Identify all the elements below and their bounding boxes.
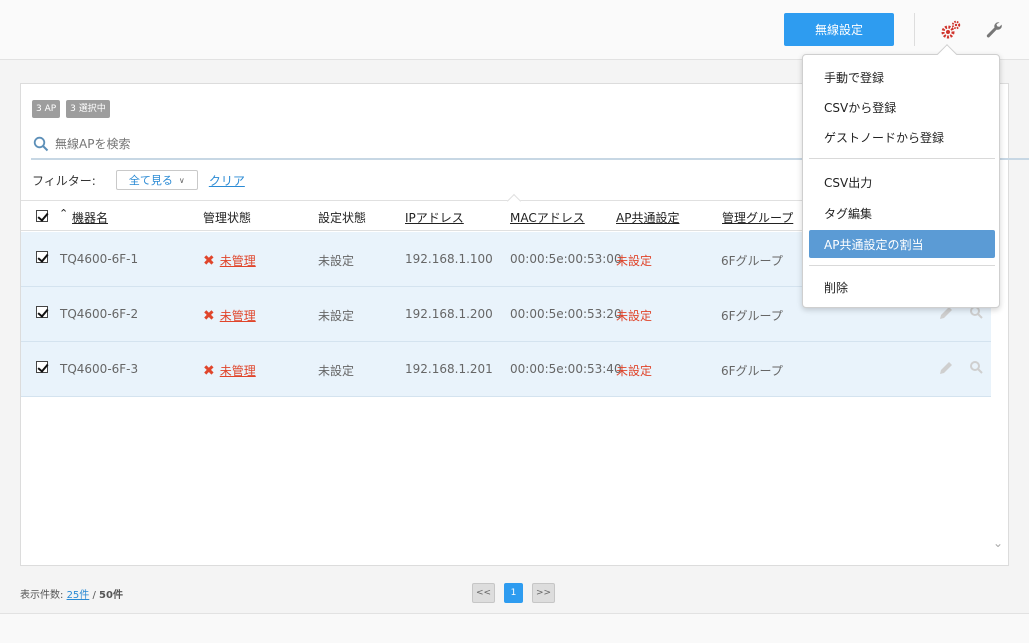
close-icon: ✖	[203, 307, 215, 324]
filter-select[interactable]: 全て見る ∨	[115, 170, 198, 190]
ap-common-setting: 未設定	[616, 254, 653, 268]
search-input[interactable]	[55, 137, 455, 151]
menu-item-assign-ap-common[interactable]: AP共通設定の割当	[809, 230, 995, 258]
menu-item-guest-node-register[interactable]: ゲストノードから登録	[809, 123, 995, 151]
ip-address: 192.168.1.200	[405, 307, 493, 321]
management-status-link[interactable]: 未管理	[220, 362, 256, 379]
page-size-label: 表示件数:	[20, 590, 64, 601]
device-name: TQ4600-6F-2	[60, 307, 139, 321]
management-status[interactable]: ✖ 未管理	[203, 362, 256, 379]
next-page-button[interactable]: >>	[532, 583, 555, 603]
device-name: TQ4600-6F-1	[60, 252, 139, 266]
mac-address: 00:00:5e:00:53:20	[510, 307, 622, 321]
column-header-setting: 設定状態	[318, 211, 367, 225]
setting-status: 未設定	[318, 364, 355, 378]
page-size-link[interactable]: 25件	[67, 590, 90, 601]
management-status[interactable]: ✖ 未管理	[203, 252, 256, 269]
column-header-management: 管理状態	[203, 211, 252, 225]
ip-address: 192.168.1.201	[405, 362, 493, 376]
filter-label: フィルター:	[32, 173, 96, 188]
management-status-link[interactable]: 未管理	[220, 307, 256, 324]
management-group: 6Fグループ	[721, 364, 783, 378]
pagination: << 1 >>	[472, 583, 555, 603]
close-icon: ✖	[203, 362, 215, 379]
close-icon: ✖	[203, 252, 215, 269]
table-row[interactable]: TQ4600-6F-3 ✖ 未管理 未設定 192.168.1.201 00:00…	[21, 342, 991, 397]
scroll-down-icon[interactable]: ⌄	[993, 536, 1007, 550]
setting-status: 未設定	[318, 309, 355, 323]
page-1-button[interactable]: 1	[504, 583, 523, 603]
column-header-name[interactable]: 機器名	[72, 209, 108, 226]
ap-common-setting: 未設定	[616, 364, 653, 378]
menu-item-csv-register[interactable]: CSVから登録	[809, 93, 995, 121]
ip-address: 192.168.1.100	[405, 252, 493, 266]
page-size: 表示件数: 25件 / 50件	[20, 586, 123, 601]
menu-item-csv-export[interactable]: CSV出力	[809, 168, 995, 196]
wrench-icon[interactable]	[984, 20, 1004, 40]
gears-icon[interactable]	[940, 20, 962, 40]
menu-divider	[809, 265, 995, 266]
mac-address: 00:00:5e:00:53:00	[510, 252, 622, 266]
setting-status: 未設定	[318, 254, 355, 268]
menu-item-tag-edit[interactable]: タグ編集	[809, 199, 995, 227]
menu-divider	[809, 158, 995, 159]
management-group: 6Fグループ	[721, 254, 783, 268]
magnifier-icon[interactable]	[969, 360, 983, 374]
management-status[interactable]: ✖ 未管理	[203, 307, 256, 324]
menu-item-delete[interactable]: 削除	[809, 273, 995, 301]
ap-count-badge: 3 AP	[32, 100, 61, 118]
footer: 表示件数: 25件 / 50件 << 1 >>	[0, 566, 1029, 614]
mac-address: 00:00:5e:00:53:40	[510, 362, 622, 376]
prev-page-button[interactable]: <<	[472, 583, 495, 603]
count-badges: 3 AP 3 選択中	[32, 100, 110, 118]
sort-ascending-icon: ⌃	[59, 207, 69, 220]
row-checkbox[interactable]	[36, 251, 48, 263]
search-icon	[33, 136, 49, 152]
selected-count-badge: 3 選択中	[66, 100, 110, 118]
clear-filter-link[interactable]: クリア	[209, 172, 245, 189]
ap-common-setting: 未設定	[616, 309, 653, 323]
menu-item-manual-register[interactable]: 手動で登録	[809, 63, 995, 91]
column-header-group[interactable]: 管理グループ	[722, 209, 793, 226]
chevron-down-icon: ∨	[178, 175, 185, 185]
device-name: TQ4600-6F-3	[60, 362, 139, 376]
column-header-ip[interactable]: IPアドレス	[405, 209, 464, 226]
management-group: 6Fグループ	[721, 309, 783, 323]
bottom-bar	[0, 613, 1029, 643]
management-status-link[interactable]: 未管理	[220, 252, 256, 269]
column-header-ap-common[interactable]: AP共通設定	[616, 209, 679, 226]
wireless-settings-button[interactable]: 無線設定	[784, 13, 894, 46]
topbar-divider	[914, 13, 915, 46]
row-checkbox[interactable]	[36, 361, 48, 373]
settings-menu: 手動で登録 CSVから登録 ゲストノードから登録 CSV出力 タグ編集 AP共通…	[802, 54, 1000, 308]
total-count: 50件	[99, 590, 123, 601]
filter-selected-value: 全て見る	[128, 174, 173, 187]
filter-row: フィルター: 全て見る ∨ クリア	[32, 170, 245, 190]
column-header-mac[interactable]: MACアドレス	[510, 209, 585, 226]
pencil-icon[interactable]	[938, 360, 954, 376]
row-checkbox[interactable]	[36, 306, 48, 318]
page-size-separator: /	[92, 590, 96, 601]
select-all-checkbox[interactable]	[36, 210, 48, 222]
top-bar: 無線設定	[0, 0, 1029, 60]
